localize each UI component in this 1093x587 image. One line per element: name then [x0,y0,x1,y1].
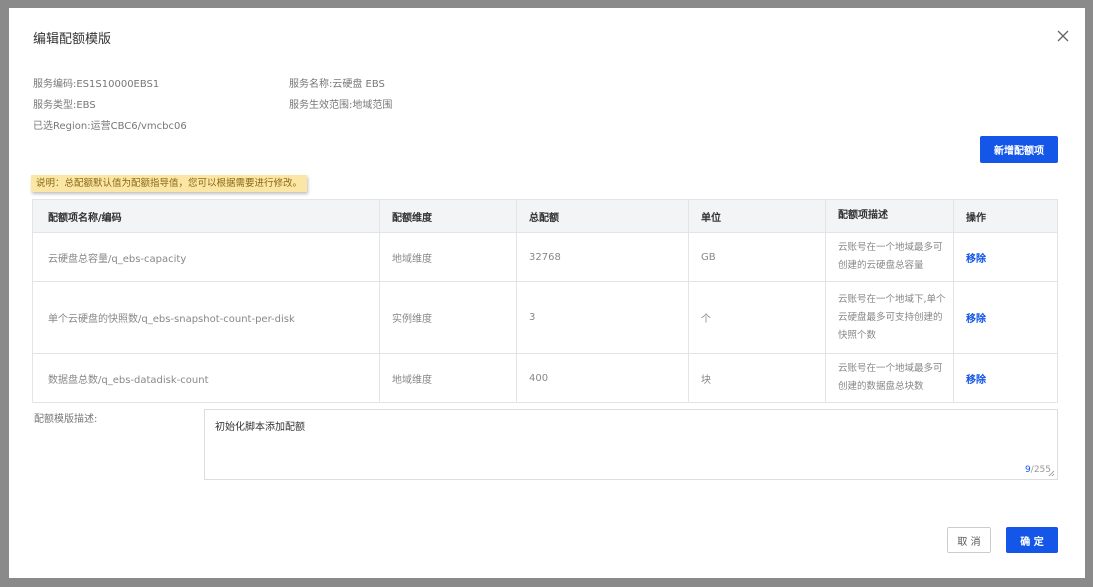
column-header: 配额项描述 [825,200,953,232]
selected-region: 已选Region:运营CBC6/vmcbc06 [33,121,187,132]
table-row: 单个云硬盘的快照数/q_ebs-snapshot-count-per-disk … [33,282,1057,354]
template-description-value[interactable]: 初始化脚本添加配额 [215,422,305,433]
quota-table: 配额项名称/编码 配额维度 总配额 单位 配额项描述 操作 云硬盘总容量/q_e… [32,199,1058,403]
quota-name: 单个云硬盘的快照数/q_ebs-snapshot-count-per-disk [48,314,295,325]
quota-description: 云账号在一个地域下,单个云硬盘最多可支持创建的快照个数 [838,293,946,341]
table-row: 数据盘总数/q_ebs-datadisk-count 地域维度 400 块 云账… [33,354,1057,402]
quota-name: 云硬盘总容量/q_ebs-capacity [48,253,187,265]
quota-unit: 个 [688,282,825,353]
column-header: 总配额 [516,200,688,232]
column-header: 配额项名称/编码 [48,212,122,224]
table-header: 配额项名称/编码 配额维度 总配额 单位 配额项描述 操作 [33,200,1057,233]
service-code: 服务编码:ES1S10000EBS1 [33,79,160,90]
table-row: 云硬盘总容量/q_ebs-capacity 地域维度 32768 GB 云账号在… [33,233,1057,282]
remove-link[interactable]: 移除 [966,371,986,386]
quota-total: 400 [516,354,688,402]
add-quota-item-button[interactable]: 新增配额项 [980,136,1058,163]
close-icon[interactable] [1055,28,1071,44]
notice-banner: 说明：总配额默认值为配额指导值，您可以根据需要进行修改。 [31,175,308,192]
service-type: 服务类型:EBS [33,100,96,111]
remove-link[interactable]: 移除 [966,250,986,265]
quota-total: 3 [516,282,688,353]
dialog-title: 编辑配额模版 [33,32,112,47]
quota-unit: GB [688,233,825,281]
quota-dimension: 地域维度 [379,354,516,402]
quota-description: 云账号在一个地域最多可创建的云硬盘总容量 [838,242,943,271]
confirm-button[interactable]: 确 定 [1006,527,1058,553]
template-description-label: 配额模版描述: [34,414,98,425]
quota-total: 32768 [516,233,688,281]
column-header: 单位 [688,200,825,232]
cancel-button[interactable]: 取 消 [947,527,991,553]
remove-link[interactable]: 移除 [966,310,986,325]
service-name: 服务名称:云硬盘 EBS [289,79,385,90]
template-description-textarea[interactable]: 初始化脚本添加配额 9/255 [204,409,1058,480]
quota-unit: 块 [688,354,825,402]
column-header: 操作 [953,200,1057,232]
column-header: 配额维度 [379,200,516,232]
quota-name: 数据盘总数/q_ebs-datadisk-count [48,374,209,386]
resize-handle-icon[interactable] [1048,470,1055,477]
quota-dimension: 实例维度 [379,282,516,353]
service-scope: 服务生效范围:地域范围 [289,100,393,111]
edit-quota-template-dialog: 编辑配额模版 服务编码:ES1S10000EBS1 服务名称:云硬盘 EBS 服… [9,8,1085,578]
quota-dimension: 地域维度 [379,233,516,281]
quota-description: 云账号在一个地域最多可创建的数据盘总块数 [838,363,943,392]
